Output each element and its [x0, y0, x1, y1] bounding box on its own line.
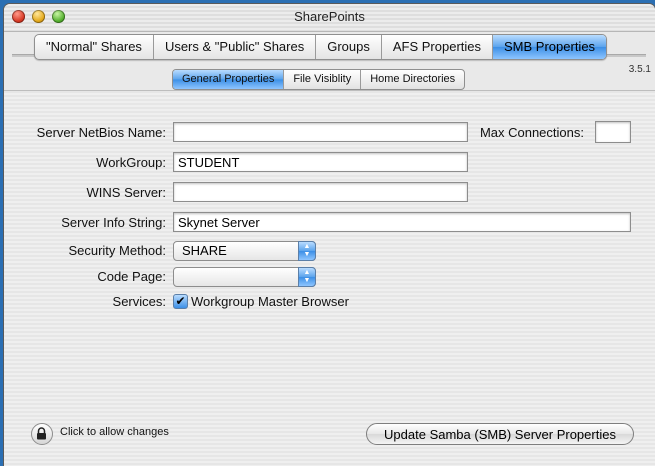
workgroup-field[interactable]	[173, 152, 468, 172]
window-title: SharePoints	[294, 9, 365, 24]
popup-arrows-icon: ▲ ▼	[298, 241, 316, 261]
sharepoints-window: SharePoints "Normal" Shares Users & "Pub…	[4, 4, 655, 466]
max-connections-label: Max Connections:	[479, 125, 584, 140]
popup-arrows-icon: ▲ ▼	[298, 267, 316, 287]
server-info-label: Server Info String:	[61, 215, 166, 230]
max-connections-field[interactable]	[595, 121, 631, 143]
update-smb-properties-button[interactable]: Update Samba (SMB) Server Properties	[366, 423, 634, 445]
security-method-value: SHARE	[182, 243, 227, 258]
netbios-name-label: Server NetBios Name:	[36, 125, 166, 140]
tab-smb-properties[interactable]: SMB Properties	[493, 35, 607, 59]
tab-users-public-shares[interactable]: Users & "Public" Shares	[154, 35, 317, 59]
wins-server-field[interactable]	[173, 182, 468, 202]
code-page-label: Code Page:	[97, 269, 166, 284]
lock-button[interactable]	[31, 423, 53, 445]
subtab-home-directories[interactable]: Home Directories	[361, 70, 464, 89]
workgroup-label: WorkGroup:	[96, 155, 166, 170]
tab-groups[interactable]: Groups	[316, 35, 382, 59]
tab-afs-properties[interactable]: AFS Properties	[382, 35, 494, 59]
subtab-file-visibility[interactable]: File Visiblity	[284, 70, 362, 89]
lock-hint-text: Click to allow changes	[60, 426, 169, 438]
main-tabs: "Normal" Shares Users & "Public" Shares …	[34, 34, 608, 60]
code-page-popup[interactable]: ▲ ▼	[173, 267, 316, 287]
workgroup-master-browser-label[interactable]: Workgroup Master Browser	[191, 294, 349, 309]
security-method-label: Security Method:	[68, 243, 166, 258]
lock-icon	[37, 427, 46, 440]
tab-normal-shares[interactable]: "Normal" Shares	[35, 35, 154, 59]
wins-server-label: WINS Server:	[86, 185, 166, 200]
subtab-general-properties[interactable]: General Properties	[173, 70, 285, 89]
sub-tabs: General Properties File Visiblity Home D…	[172, 69, 466, 90]
security-method-popup[interactable]: SHARE ▲ ▼	[173, 241, 316, 261]
version-label: 3.5.1	[628, 64, 651, 75]
title-bar[interactable]: SharePoints	[4, 4, 655, 32]
services-label: Services:	[112, 294, 166, 309]
workgroup-master-browser-checkbox[interactable]: ✔	[173, 294, 188, 309]
server-info-field[interactable]	[173, 212, 631, 232]
